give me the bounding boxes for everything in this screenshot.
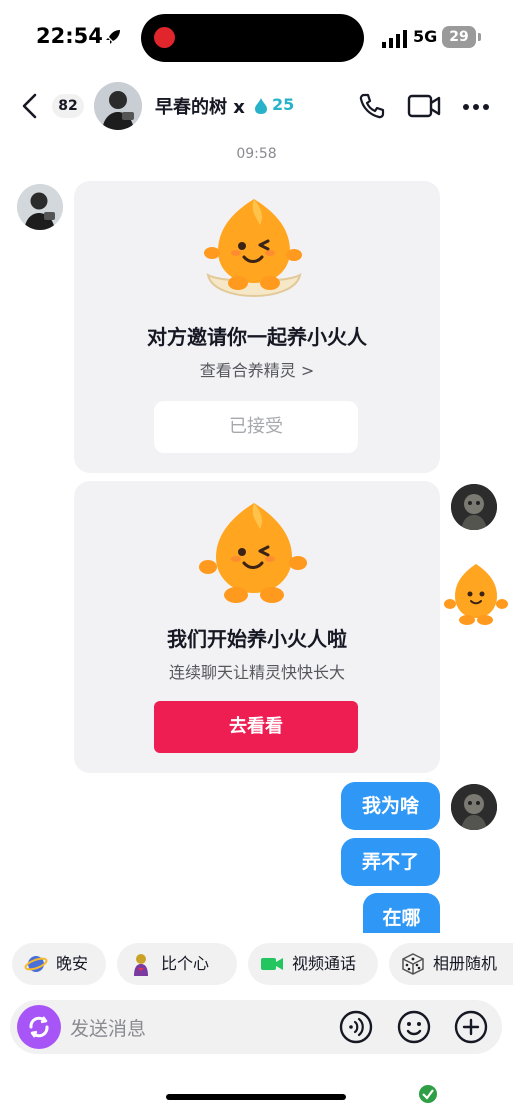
moon-planet-icon	[24, 956, 48, 972]
contact-avatar[interactable]	[94, 82, 142, 130]
fire-mascot-icon	[204, 199, 302, 297]
home-indicator	[166, 1094, 346, 1100]
message-timestamp: 09:58	[236, 146, 277, 162]
fire-mascot-sticker-icon[interactable]	[441, 560, 511, 630]
start-card-subtitle: 连续聊天让精灵快快长大	[168, 663, 345, 682]
contact-avatar-message[interactable]	[17, 184, 63, 230]
quick-reply-label: 视频通话	[292, 954, 357, 973]
chat-header: 82 早春的树 x 25	[0, 78, 513, 134]
my-avatar[interactable]	[451, 484, 497, 530]
sticker-panel-button[interactable]	[17, 1005, 61, 1049]
start-card-title: 我们开始养小火人啦	[167, 627, 347, 651]
quick-reply-label: 比个心	[161, 954, 210, 973]
heart-gesture-icon	[134, 954, 148, 976]
status-bar: 22:54 5G 29	[0, 0, 513, 78]
refresh-sparkle-icon	[29, 1016, 49, 1038]
quick-reply-bar: 晚安 比个心 视频通话 相册随机	[0, 935, 513, 995]
start-raising-card[interactable]: 我们开始养小火人啦 连续聊天让精灵快快长大 去看看	[74, 481, 440, 773]
status-time: 22:54	[36, 24, 103, 48]
quick-reply-goodnight[interactable]: 晚安	[12, 943, 106, 985]
video-call-icon[interactable]	[407, 93, 441, 119]
quick-reply-label: 晚安	[56, 954, 89, 973]
quick-reply-random-photo[interactable]: 相册随机	[389, 943, 513, 985]
message-input-bar[interactable]: 发送消息	[10, 1000, 502, 1054]
quick-reply-heart[interactable]: 比个心	[117, 943, 237, 985]
message-input[interactable]: 发送消息	[70, 1014, 146, 1041]
back-chevron-icon[interactable]	[18, 92, 44, 120]
dice-icon	[402, 953, 424, 975]
network-type: 5G	[413, 27, 438, 46]
battery-cap	[478, 33, 481, 41]
signal-bars-icon	[382, 30, 407, 48]
video-camera-icon	[261, 958, 283, 970]
recording-indicator-icon	[154, 27, 175, 48]
add-plus-icon[interactable]	[453, 1009, 489, 1045]
dynamic-island	[141, 14, 364, 62]
spark-count: 25	[272, 95, 295, 114]
battery-level: 29	[442, 26, 476, 48]
site-watermark-logo	[414, 1080, 510, 1108]
invite-card-title: 对方邀请你一起养小火人	[147, 325, 367, 349]
voice-message-icon[interactable]	[338, 1009, 374, 1045]
message-bubble[interactable]: 弄不了	[341, 838, 440, 886]
unread-count-badge[interactable]: 82	[52, 94, 84, 118]
phone-call-icon[interactable]	[358, 92, 386, 120]
message-bubble[interactable]: 我为啥	[341, 782, 440, 830]
emoji-icon[interactable]	[396, 1009, 432, 1045]
go-see-button[interactable]: 去看看	[154, 701, 358, 753]
accepted-button[interactable]: 已接受	[154, 401, 358, 453]
contact-name[interactable]: 早春的树 x	[155, 93, 245, 119]
rocket-icon	[106, 30, 120, 44]
view-partner-link[interactable]: 查看合养精灵 >	[74, 357, 440, 381]
quick-reply-video-call[interactable]: 视频通话	[248, 943, 378, 985]
invite-card[interactable]: 对方邀请你一起养小火人 查看合养精灵 > 已接受	[74, 181, 440, 473]
message-bubble[interactable]: 在哪	[363, 893, 440, 933]
more-options-icon[interactable]	[462, 103, 490, 111]
spark-drop-icon	[255, 98, 267, 114]
fire-mascot-icon	[199, 503, 307, 603]
quick-reply-label: 相册随机	[433, 954, 498, 973]
my-avatar[interactable]	[451, 784, 497, 830]
site-logo-icon	[419, 1085, 437, 1103]
